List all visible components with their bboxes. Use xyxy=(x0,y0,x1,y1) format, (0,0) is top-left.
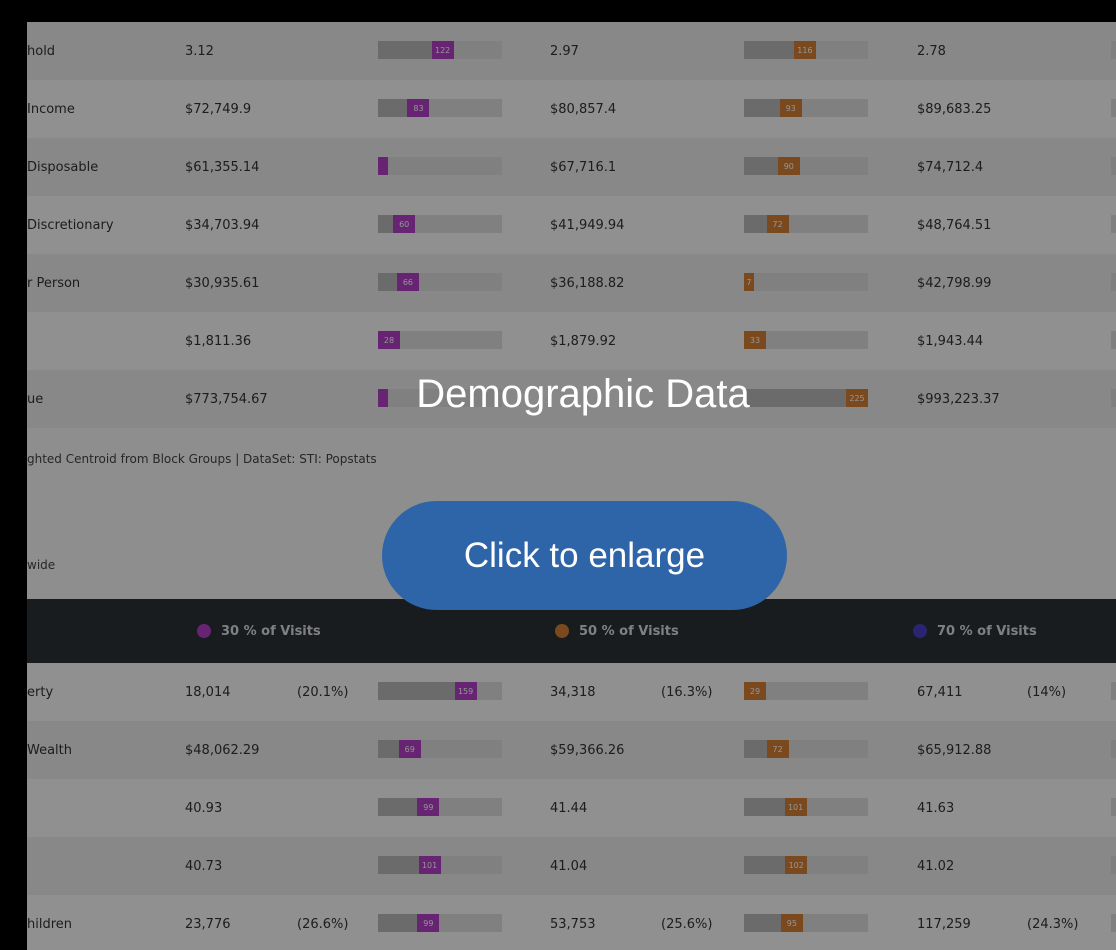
click-to-enlarge-button[interactable]: Click to enlarge xyxy=(382,501,787,610)
preview-overlay[interactable] xyxy=(27,22,1116,950)
overlay-title: Demographic Data xyxy=(416,372,750,416)
